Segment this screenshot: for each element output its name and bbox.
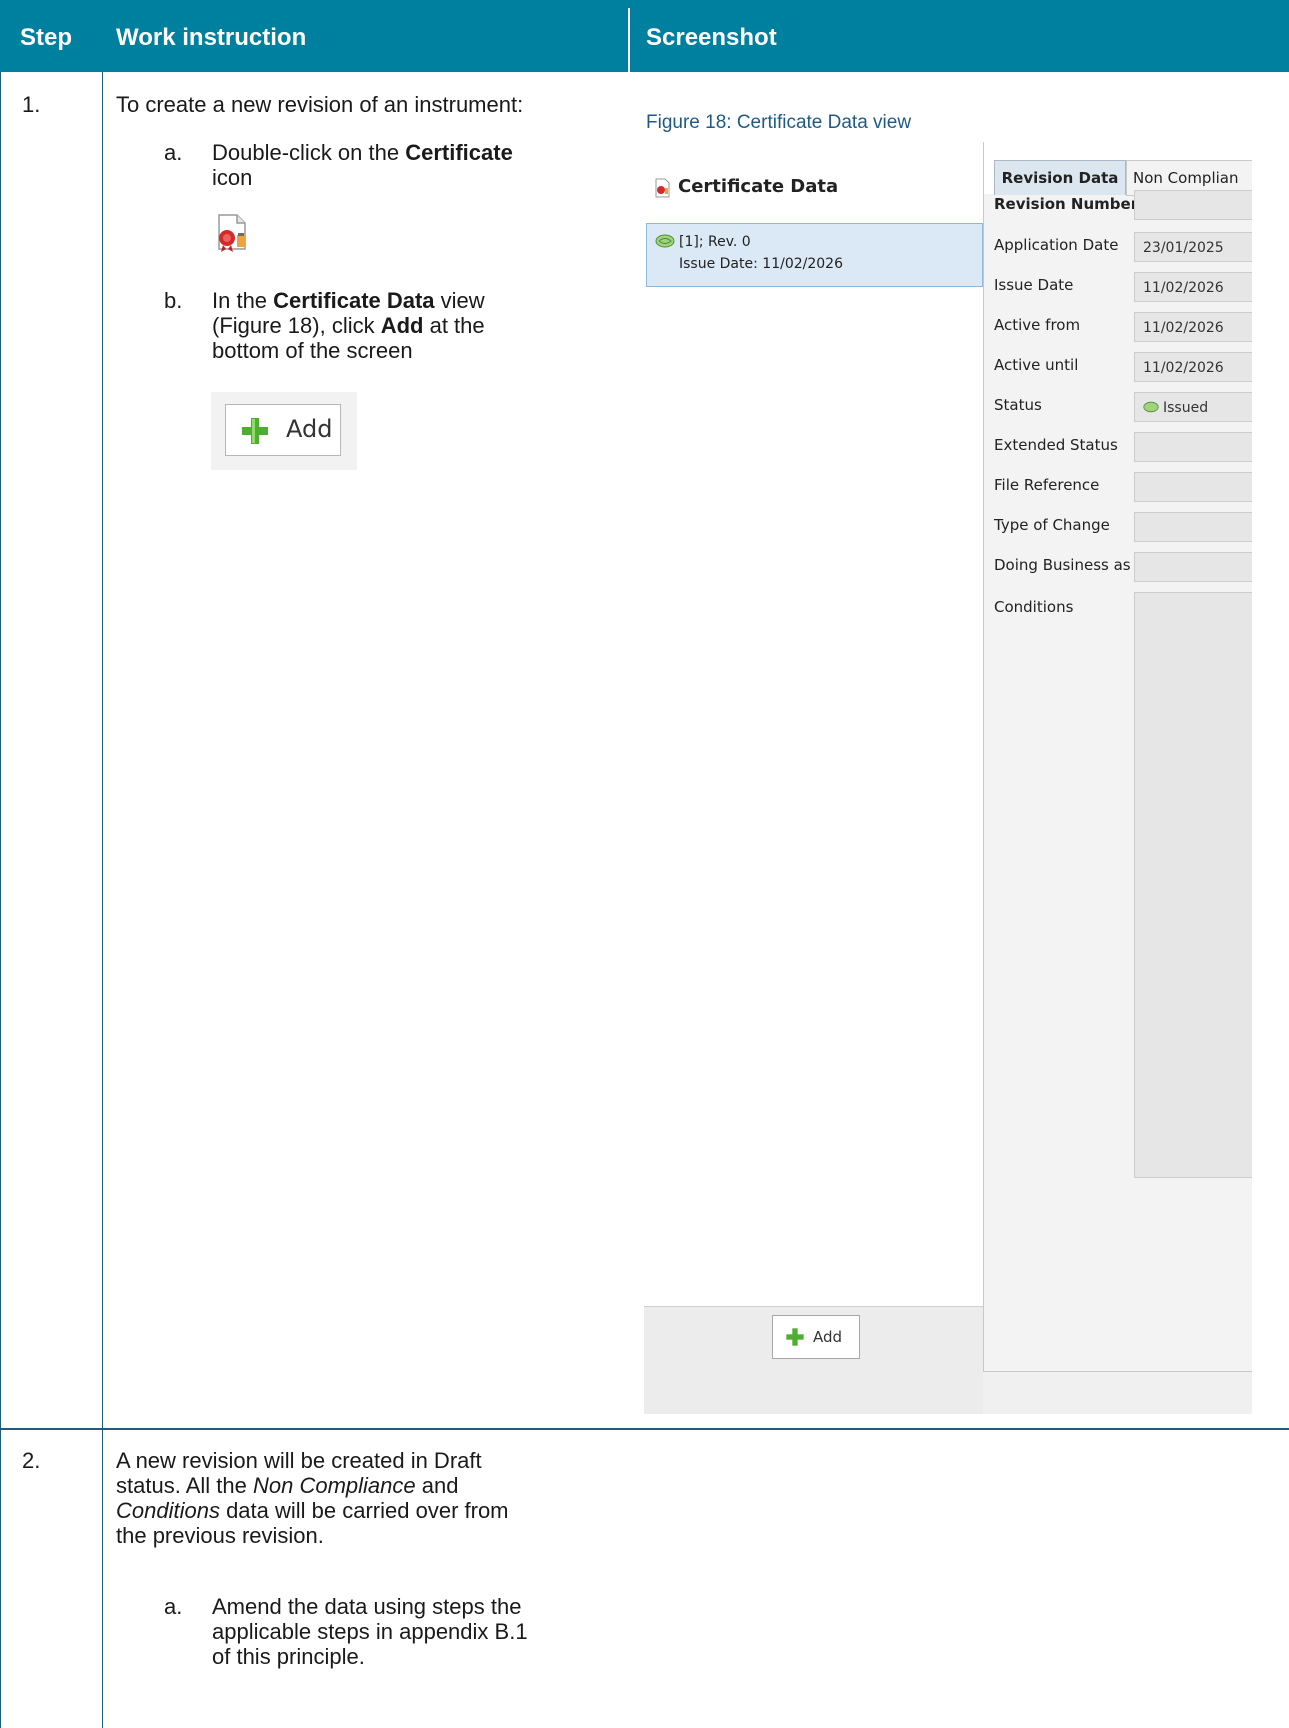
certificate-data-title: Certificate Data bbox=[678, 176, 839, 197]
step2-line1: A new revision will be created in Draft bbox=[116, 1448, 482, 1473]
header-work-instruction: Work instruction bbox=[116, 24, 307, 51]
list-letter: b. bbox=[164, 288, 183, 313]
field-label: Doing Business as bbox=[994, 556, 1131, 574]
instruction-a-line2: icon bbox=[212, 165, 253, 190]
header-screenshot: Screenshot bbox=[646, 24, 777, 51]
step-number: 1. bbox=[22, 92, 41, 117]
issued-status-icon bbox=[1143, 401, 1159, 413]
list-letter: a. bbox=[164, 1594, 183, 1619]
field-label: Type of Change bbox=[994, 516, 1110, 534]
instruction-b-line2: (Figure 18), click Add at the bbox=[212, 313, 485, 338]
instruction-b-bold: Certificate Data bbox=[273, 288, 435, 313]
field-label: Conditions bbox=[994, 598, 1074, 616]
extended-status-field[interactable] bbox=[1134, 432, 1252, 462]
instruction-b-text: (Figure 18), click bbox=[212, 313, 381, 338]
add-button-illustration: Add bbox=[211, 392, 357, 470]
list-letter: a. bbox=[164, 140, 183, 165]
instruction-a-line1: Double-click on the Certificate bbox=[212, 140, 513, 165]
active-from-field[interactable]: 11/02/2026 bbox=[1134, 312, 1252, 342]
step-number: 2. bbox=[22, 1448, 41, 1473]
revision-label: [1]; Rev. 0 bbox=[679, 234, 751, 250]
instruction-b-bold: Add bbox=[380, 313, 424, 338]
table-row-divider bbox=[0, 1428, 1289, 1430]
revision-number-field[interactable] bbox=[1134, 190, 1252, 220]
status-field[interactable]: Issued bbox=[1134, 392, 1252, 422]
table-border-left bbox=[0, 72, 1, 1728]
field-label: Extended Status bbox=[994, 436, 1118, 454]
instruction-a-bold: Certificate bbox=[405, 140, 513, 165]
step2-a-line2: applicable steps in appendix B.1 bbox=[212, 1619, 528, 1644]
type-of-change-field[interactable] bbox=[1134, 512, 1252, 542]
step2-a-line1: Amend the data using steps the bbox=[212, 1594, 522, 1619]
step2-line4: the previous revision. bbox=[116, 1523, 324, 1548]
tab-revision-data[interactable]: Revision Data bbox=[994, 160, 1126, 195]
file-reference-field[interactable] bbox=[1134, 472, 1252, 502]
status-value: Issued bbox=[1163, 400, 1209, 416]
header-step: Step bbox=[20, 24, 73, 51]
plus-icon bbox=[786, 1328, 804, 1346]
step2-text: and bbox=[415, 1473, 459, 1498]
field-label: Status bbox=[994, 396, 1042, 414]
conditions-field[interactable] bbox=[1134, 592, 1252, 1178]
revision-issue-date: Issue Date: 11/02/2026 bbox=[679, 256, 843, 272]
step2-a-line3: of this principle. bbox=[212, 1644, 365, 1669]
revision-list-item[interactable]: [1]; Rev. 0 Issue Date: 11/02/2026 bbox=[646, 223, 983, 287]
step2-line3: Conditions data will be carried over fro… bbox=[116, 1498, 509, 1523]
certificate-icon bbox=[655, 178, 670, 198]
step2-line2: status. All the Non Compliance and bbox=[116, 1473, 458, 1498]
step-intro: To create a new revision of an instrumen… bbox=[116, 92, 524, 117]
table-header: Step Work instruction Screenshot bbox=[0, 0, 1289, 72]
table-column-divider bbox=[102, 72, 103, 1728]
header-divider bbox=[628, 8, 630, 72]
instruction-b-text: at the bbox=[423, 313, 485, 338]
certificate-icon bbox=[218, 214, 246, 252]
issued-status-icon bbox=[655, 234, 675, 248]
figure-caption: Figure 18: Certificate Data view bbox=[646, 112, 912, 133]
field-label: Active until bbox=[994, 356, 1079, 374]
instruction-b-line3: bottom of the screen bbox=[212, 338, 413, 363]
step2-italic: Conditions bbox=[116, 1498, 220, 1523]
field-label: Application Date bbox=[994, 236, 1119, 254]
instruction-b-line1: In the Certificate Data view bbox=[212, 288, 485, 313]
instruction-b-text: view bbox=[434, 288, 485, 313]
application-date-field[interactable]: 23/01/2025 bbox=[1134, 232, 1252, 262]
field-label: Active from bbox=[994, 316, 1081, 334]
add-button-label: Add bbox=[813, 1328, 843, 1346]
active-until-field[interactable]: 11/02/2026 bbox=[1134, 352, 1252, 382]
plus-icon bbox=[242, 418, 268, 444]
add-button[interactable]: Add bbox=[772, 1315, 860, 1359]
revision-detail-pane: Revision Data Non Complian Revision Numb… bbox=[983, 142, 1252, 1372]
field-label: File Reference bbox=[994, 476, 1100, 494]
step2-text: status. All the bbox=[116, 1473, 253, 1498]
certificate-data-screenshot: Certificate Data [1]; Rev. 0 Issue Date:… bbox=[644, 142, 1252, 1414]
doing-business-as-field[interactable] bbox=[1134, 552, 1252, 582]
add-label: Add bbox=[286, 415, 333, 443]
certificate-list-pane: Certificate Data [1]; Rev. 0 Issue Date:… bbox=[644, 142, 983, 1306]
step2-text: data will be carried over from bbox=[219, 1498, 509, 1523]
instruction-a-text: Double-click on the bbox=[212, 140, 406, 165]
field-label: Revision Number bbox=[994, 195, 1139, 213]
instruction-b-text: In the bbox=[212, 288, 274, 313]
step2-italic: Non Compliance bbox=[252, 1473, 416, 1498]
issue-date-field[interactable]: 11/02/2026 bbox=[1134, 272, 1252, 302]
field-label: Issue Date bbox=[994, 276, 1074, 294]
